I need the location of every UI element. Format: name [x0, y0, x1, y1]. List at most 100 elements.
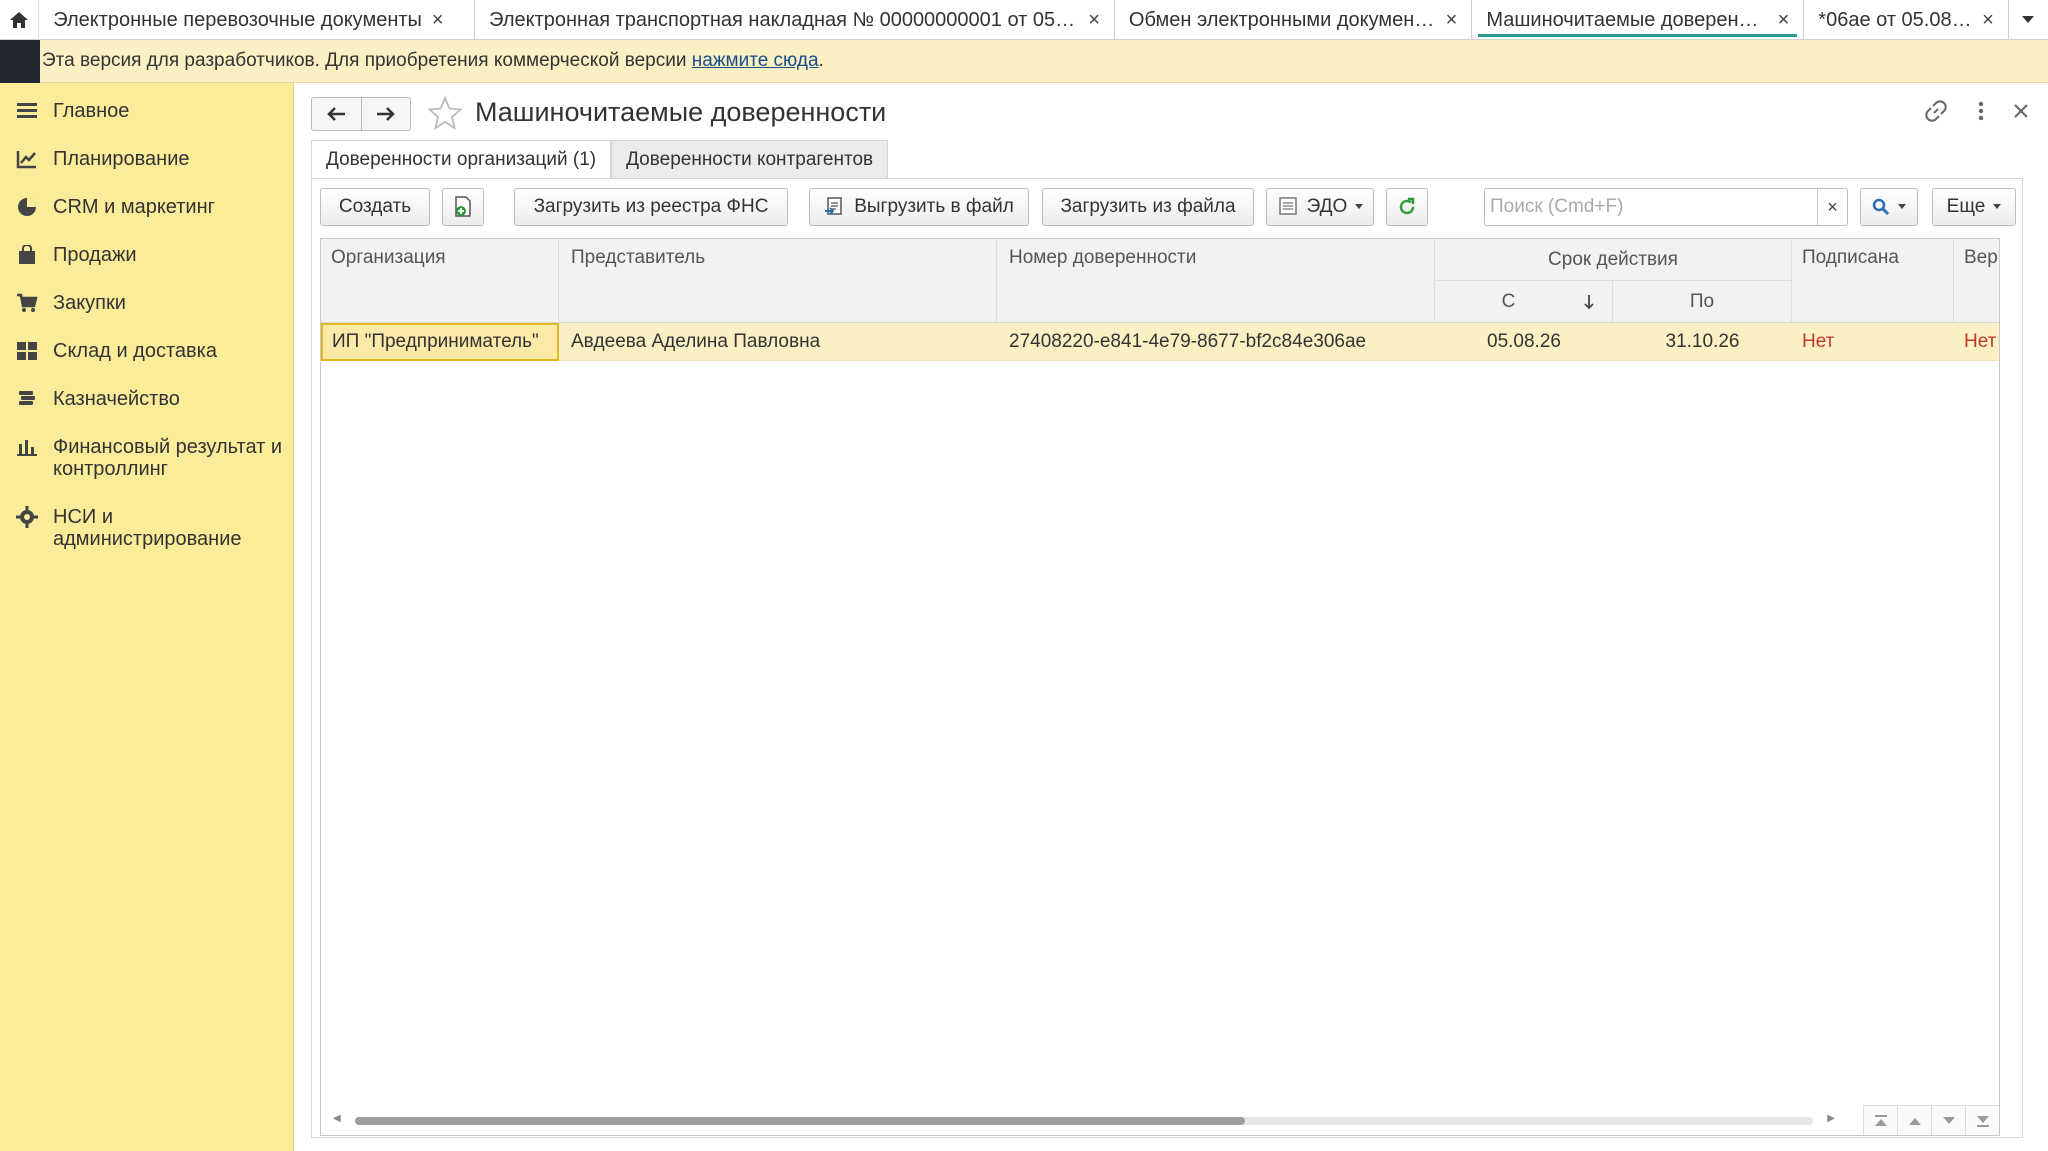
column-group-validity: Срок действия — [1435, 239, 1792, 281]
header-label: С — [1501, 291, 1516, 312]
home-icon — [10, 12, 29, 28]
sidebar-item-label: Продажи — [53, 244, 137, 266]
export-file-label: Выгрузить в файл — [854, 196, 1014, 217]
import-file-label: Загрузить из файла — [1060, 196, 1236, 217]
list-panel: Создать Загрузить из реестра ФНС Выгрузи… — [311, 178, 2023, 1138]
tab-org-powers[interactable]: Доверенности организаций (1) — [311, 140, 612, 178]
refresh-icon — [1399, 197, 1415, 215]
scroll-down-button[interactable] — [1931, 1105, 1965, 1135]
horizontal-scrollbar[interactable]: ◀ ▶ — [329, 1113, 1839, 1127]
tab-0[interactable]: Электронные перевозочные документы × — [39, 0, 476, 40]
triangle-up-icon — [1908, 1117, 1921, 1125]
close-icon[interactable]: × — [1446, 9, 1458, 32]
export-file-button[interactable]: Выгрузить в файл — [809, 188, 1029, 226]
tab-1[interactable]: Электронная транспортная накладная № 000… — [475, 0, 1115, 40]
column-verified[interactable]: Вер — [1954, 239, 1999, 323]
tab-label: Электронная транспортная накладная № 000… — [489, 8, 1079, 31]
table-header: Организация Представитель Номер доверенн… — [321, 239, 1999, 323]
triangle-down-icon — [1942, 1116, 1955, 1124]
close-icon[interactable]: × — [432, 9, 444, 32]
table-row[interactable]: ИП "Предприниматель" Авдеева Аделина Пав… — [321, 323, 1999, 361]
forward-button[interactable] — [362, 98, 411, 130]
search-icon — [1872, 198, 1890, 216]
cell-representative[interactable]: Авдеева Аделина Павловна — [559, 323, 997, 361]
cell-to[interactable]: 31.10.26 — [1613, 323, 1792, 361]
scroll-top-icon — [1874, 1114, 1887, 1126]
cell-number[interactable]: 27408220-e841-4e79-8677-bf2c84e306ae — [997, 323, 1435, 361]
pie-chart-icon — [12, 196, 42, 218]
sidebar-item-purchases[interactable]: Закупки — [0, 279, 293, 327]
cart-icon — [12, 292, 42, 314]
row-nav-buttons — [1863, 1105, 1999, 1135]
sidebar-item-warehouse[interactable]: Склад и доставка — [0, 327, 293, 375]
close-icon[interactable]: × — [1982, 9, 1994, 32]
load-fns-button[interactable]: Загрузить из реестра ФНС — [514, 188, 788, 226]
sidebar-item-label: CRM и маркетинг — [53, 196, 215, 218]
edo-dropdown-button[interactable]: ЭДО — [1266, 188, 1374, 226]
chevron-down-icon — [1993, 204, 2002, 209]
toolbar: Создать Загрузить из реестра ФНС Выгрузи… — [320, 188, 2016, 226]
banner-tail: . — [818, 50, 824, 71]
sidebar-item-planning[interactable]: Планирование — [0, 135, 293, 183]
chevron-down-icon — [1898, 204, 1906, 209]
back-button[interactable] — [312, 98, 362, 130]
cell-organization[interactable]: ИП "Предприниматель" — [321, 323, 559, 361]
scroll-up-button[interactable] — [1897, 1105, 1931, 1135]
cell-from[interactable]: 05.08.26 — [1435, 323, 1613, 361]
scroll-right-icon[interactable]: ▶ — [1827, 1113, 1835, 1124]
search-field[interactable]: Поиск (Cmd+F) × — [1484, 188, 1848, 226]
sidebar-item-admin[interactable]: НСИ и администрирование — [0, 493, 293, 563]
close-icon[interactable]: × — [1088, 9, 1100, 32]
sidebar-item-sales[interactable]: Продажи — [0, 231, 293, 279]
search-options-button[interactable] — [1860, 188, 1918, 226]
close-icon[interactable]: × — [1778, 9, 1790, 32]
tab-label: Обмен электронными документами — [1128, 8, 1436, 31]
banner-marker — [0, 39, 40, 83]
home-button[interactable] — [0, 0, 40, 40]
favorite-star-icon[interactable] — [427, 95, 463, 137]
tabs-dropdown-button[interactable] — [2009, 0, 2048, 40]
bar-chart-icon — [12, 436, 42, 458]
sidebar-item-treasury[interactable]: Казначейство — [0, 375, 293, 423]
cell-verified[interactable]: Нет — [1954, 323, 1999, 361]
more-button[interactable]: Еще — [1932, 188, 2016, 226]
sidebar-item-finance[interactable]: Финансовый результат и контроллинг — [0, 423, 293, 493]
scroll-last-button[interactable] — [1965, 1105, 1999, 1135]
link-icon[interactable] — [1924, 99, 1948, 123]
sidebar-item-crm[interactable]: CRM и маркетинг — [0, 183, 293, 231]
banner-text: Эта версия для разработчиков. Для приобр… — [42, 50, 687, 71]
column-representative[interactable]: Представитель — [559, 239, 997, 323]
sidebar-item-label: Главное — [53, 100, 130, 122]
column-signed[interactable]: Подписана — [1792, 239, 1954, 323]
create-button[interactable]: Создать — [320, 188, 430, 226]
search-clear-button[interactable]: × — [1817, 189, 1847, 225]
column-to[interactable]: По — [1613, 281, 1792, 323]
arrow-right-icon — [376, 107, 395, 121]
refresh-button[interactable] — [1386, 188, 1428, 226]
sidebar-item-main[interactable]: Главное — [0, 87, 293, 135]
column-from[interactable]: С — [1435, 281, 1613, 323]
edo-label: ЭДО — [1306, 196, 1348, 217]
search-input[interactable]: Поиск (Cmd+F) — [1485, 189, 1817, 225]
more-label: Еще — [1946, 196, 1986, 217]
tab-2[interactable]: Обмен электронными документами × — [1115, 0, 1473, 40]
cell-signed[interactable]: Нет — [1792, 323, 1954, 361]
import-file-button[interactable]: Загрузить из файла — [1042, 188, 1254, 226]
sidebar: Главное Планирование CRM и маркетинг Про… — [0, 83, 294, 1151]
create-label: Создать — [338, 196, 412, 217]
close-icon[interactable] — [2014, 104, 2028, 118]
column-organization[interactable]: Организация — [321, 239, 559, 323]
gear-icon — [12, 506, 42, 528]
tab-4[interactable]: *06ae от 05.08.2026 × — [1804, 0, 2009, 40]
more-vertical-icon[interactable] — [1978, 101, 1984, 121]
banner-link[interactable]: нажмите сюда — [692, 50, 819, 72]
scroll-first-button[interactable] — [1863, 1105, 1897, 1135]
tab-label: Машиночитаемые доверенности — [1486, 8, 1768, 31]
column-number[interactable]: Номер доверенности — [997, 239, 1435, 323]
tab-counterparty-powers[interactable]: Доверенности контрагентов — [611, 140, 889, 178]
copy-button[interactable] — [442, 188, 484, 226]
scroll-left-icon[interactable]: ◀ — [333, 1113, 341, 1124]
tab-3[interactable]: Машиночитаемые доверенности × — [1472, 0, 1805, 40]
scroll-thumb[interactable] — [355, 1117, 1245, 1125]
load-fns-label: Загрузить из реестра ФНС — [533, 196, 769, 217]
